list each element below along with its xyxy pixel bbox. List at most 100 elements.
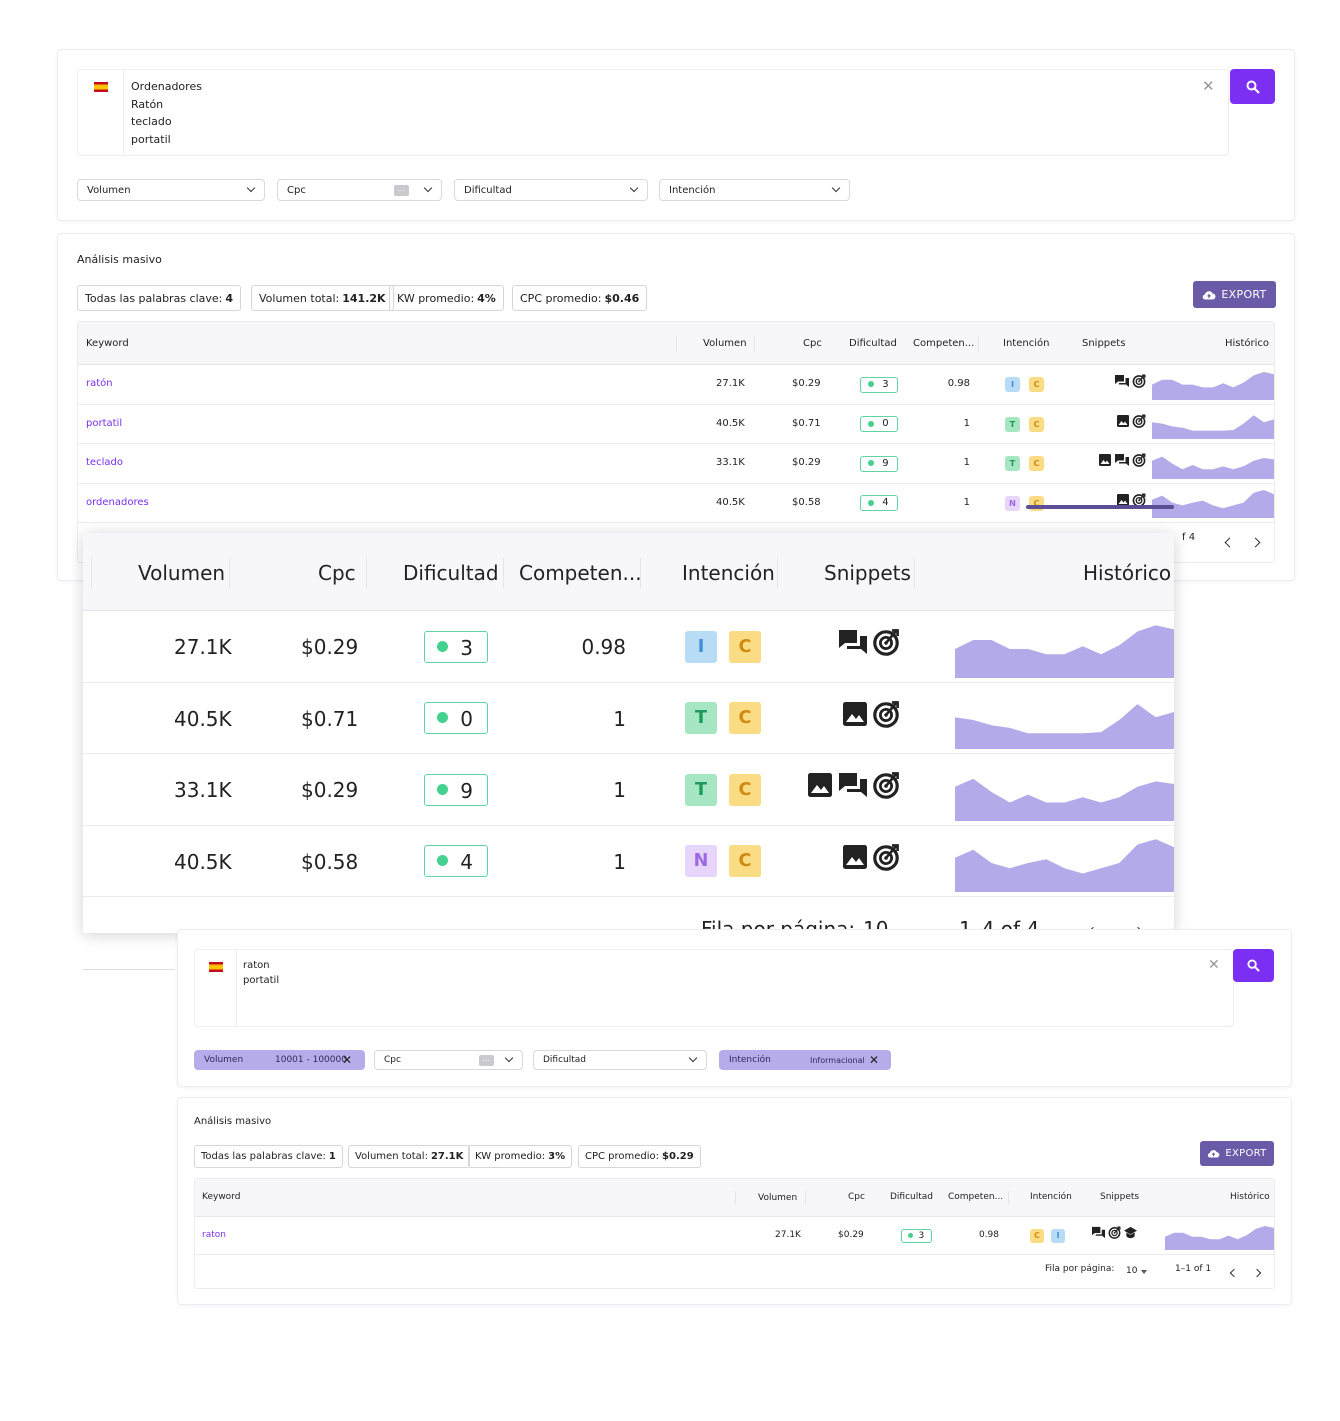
difficulty-value: 9 (460, 778, 473, 803)
col-snippets[interactable]: Snippets (1082, 338, 1125, 349)
volumen-filter-active[interactable]: Volumen 10001 - 100000 ✕ (194, 1050, 365, 1070)
volumen-filter[interactable]: Volumen (77, 179, 265, 201)
cpc-value: $0.29 (301, 778, 359, 802)
table-row[interactable]: ratón 27.1K $0.29 3 0.98 I C (78, 365, 1274, 405)
difficulty-badge: 0 (860, 416, 898, 433)
cpc-value: $0.58 (301, 849, 359, 874)
col-keyword[interactable]: Keyword (202, 1192, 240, 1202)
prev-page-icon[interactable] (1229, 1268, 1239, 1278)
search-button[interactable] (1230, 69, 1275, 104)
intencion-filter-active[interactable]: Intención Informacional ✕ (719, 1050, 891, 1070)
search-button[interactable] (1233, 949, 1274, 982)
col-volumen[interactable]: Volumen (758, 1193, 797, 1203)
keyword-list[interactable]: Ordenadores Ratón teclado portatil (131, 78, 202, 148)
keyword-link[interactable]: ordenadores (86, 497, 149, 508)
col-cpc[interactable]: Cpc (318, 561, 356, 585)
caret-down-icon[interactable] (1141, 1270, 1147, 1274)
dificultad-filter[interactable]: Dificultad (533, 1050, 707, 1070)
col-dificultad[interactable]: Dificultad (403, 561, 499, 585)
intencion-filter[interactable]: Intención (659, 179, 850, 201)
col-intencion[interactable]: Intención (1003, 338, 1049, 349)
col-competencia[interactable]: Competen... (948, 1192, 1003, 1202)
trend-sparkline (955, 778, 1174, 821)
col-dificultad[interactable]: Dificultad (890, 1192, 933, 1202)
chevron-down-icon (504, 1053, 514, 1063)
keyword-line: portatil (131, 132, 171, 146)
volumen-value: 27.1K (174, 635, 232, 659)
col-volumen[interactable]: Volumen (138, 561, 225, 585)
keyword-link[interactable]: teclado (86, 457, 123, 468)
stat-label: KW promedio: (475, 1151, 546, 1162)
clear-filter-icon[interactable]: ✕ (869, 1053, 879, 1067)
stat-label: Volumen total: (355, 1151, 428, 1162)
filter-label: Dificultad (543, 1055, 587, 1065)
keyword-link[interactable]: raton (202, 1230, 226, 1240)
search-panel: Ordenadores Ratón teclado portatil ✕ Vol… (58, 50, 1294, 220)
difficulty-value: 0 (460, 707, 473, 732)
table-row[interactable]: raton 27.1K $0.29 3 0.98 C I (195, 1217, 1274, 1255)
col-cpc[interactable]: Cpc (848, 1192, 865, 1202)
col-intencion[interactable]: Intención (682, 561, 775, 585)
col-historico[interactable]: Histórico (1225, 338, 1269, 349)
col-volumen[interactable]: Volumen (703, 338, 747, 349)
difficulty-dot (436, 783, 448, 795)
col-intencion[interactable]: Intención (1030, 1192, 1072, 1202)
image-icon (843, 701, 867, 726)
table-row[interactable]: 40.5K $0.58 4 1 N C (83, 826, 1174, 897)
table-row[interactable]: 40.5K $0.71 0 1 T C (83, 683, 1174, 754)
col-competencia[interactable]: Competen... (913, 338, 974, 349)
search-icon (1246, 80, 1260, 94)
keyword-link[interactable]: portatil (86, 418, 122, 429)
col-keyword[interactable]: Keyword (86, 338, 129, 349)
intent-tag: T (1005, 416, 1020, 432)
snippets-icons (1091, 1226, 1138, 1239)
intent-tag: C (1030, 1229, 1044, 1243)
col-cpc[interactable]: Cpc (803, 338, 822, 349)
col-competencia[interactable]: Competen... (519, 561, 642, 585)
col-separator (366, 558, 367, 588)
stat-value: $0.29 (662, 1151, 694, 1162)
rows-per-page-select[interactable]: 10 (1126, 1266, 1137, 1276)
table-row[interactable]: 33.1K $0.29 9 1 T C (83, 754, 1174, 826)
table-row[interactable]: teclado 33.1K $0.29 9 1 T C (78, 444, 1274, 484)
snippets-icons (1098, 453, 1146, 467)
snippets-icons (837, 628, 900, 656)
chevron-down-icon (688, 1053, 698, 1063)
col-historico[interactable]: Histórico (1083, 561, 1171, 585)
col-historico[interactable]: Histórico (1230, 1192, 1270, 1202)
clear-icon[interactable]: ✕ (1208, 957, 1220, 973)
dificultad-filter[interactable]: Dificultad (454, 179, 648, 201)
clear-icon[interactable]: ✕ (1202, 77, 1215, 95)
historico-chart (1165, 1220, 1274, 1254)
table-row[interactable]: ordenadores 40.5K $0.58 4 1 N C (78, 484, 1274, 523)
table-row[interactable]: 27.1K $0.29 3 0.98 I C (83, 611, 1174, 683)
clear-filter-icon[interactable]: ✕ (342, 1053, 352, 1067)
trend-sparkline (1152, 415, 1274, 439)
keyword-search-box[interactable]: Ordenadores Ratón teclado portatil (77, 69, 1229, 156)
page-range: f 4 (1182, 532, 1196, 543)
filter-label: Intención (729, 1055, 771, 1065)
col-snippets[interactable]: Snippets (824, 561, 911, 585)
cpc-filter[interactable]: Cpc… (374, 1050, 523, 1070)
col-dificultad[interactable]: Dificultad (849, 338, 897, 349)
keyword-link[interactable]: ratón (86, 378, 113, 389)
stat-total-volume: Volumen total: 27.1K (348, 1145, 471, 1168)
next-page-icon[interactable] (1252, 1268, 1262, 1278)
table-row[interactable]: portatil 40.5K $0.71 0 1 T C (78, 405, 1274, 444)
keyword-search-box[interactable]: raton portatil (194, 949, 1234, 1027)
volumen-value: 40.5K (716, 417, 745, 429)
more-icon: … (394, 185, 409, 196)
stat-value: 4% (477, 291, 496, 305)
volumen-value: 33.1K (716, 457, 745, 468)
search-panel-filtered: raton portatil ✕ Volumen 10001 - 100000 … (178, 930, 1291, 1086)
keyword-list[interactable]: raton portatil (243, 958, 279, 988)
cpc-filter[interactable]: Cpc… (277, 179, 442, 201)
export-button[interactable]: EXPORT (1193, 281, 1276, 308)
keywords-table: Keyword Volumen Cpc Dificultad Competen.… (77, 321, 1275, 563)
difficulty-badge: 9 (424, 773, 488, 806)
analysis-panel-filtered: Análisis masivo Todas las palabras clave… (178, 1098, 1291, 1304)
export-button[interactable]: EXPORT (1200, 1141, 1274, 1166)
difficulty-value: 3 (918, 1230, 925, 1241)
col-snippets[interactable]: Snippets (1100, 1192, 1139, 1202)
intent-tag: C (729, 630, 761, 663)
